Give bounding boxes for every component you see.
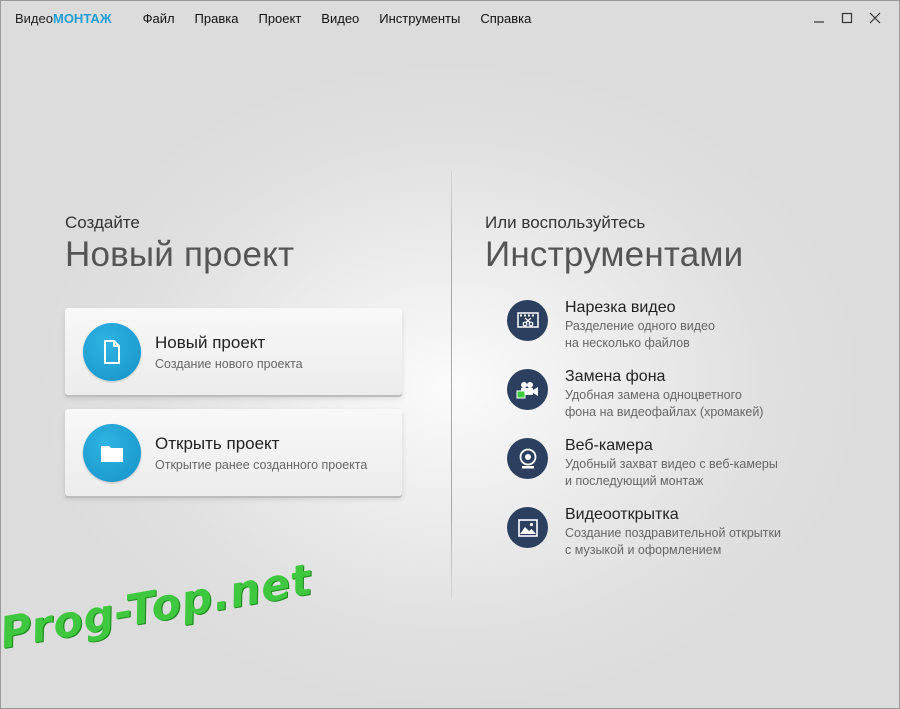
tool-chroma-key[interactable]: Замена фона Удобная замена одноцветного … xyxy=(507,368,805,420)
tool-chroma-key-desc-line2: фона на видеофайлах (хромакей) xyxy=(565,405,764,419)
tool-webcam-desc-line1: Удобный захват видео с веб-камеры xyxy=(565,457,778,471)
tool-video-cut-desc-line1: Разделение одного видео xyxy=(565,319,715,333)
tools-title: Инструментами xyxy=(485,235,744,274)
tool-webcam-title: Веб-камера xyxy=(565,437,653,454)
minimize-icon xyxy=(814,21,824,23)
new-project-desc: Создание нового проекта xyxy=(155,356,303,371)
tool-video-cut[interactable]: Нарезка видео Разделение одного видео на… xyxy=(507,299,805,351)
tool-video-cut-desc-line2: на несколько файлов xyxy=(565,336,690,350)
create-subtitle: Создайте xyxy=(65,213,140,232)
webcam-icon xyxy=(507,438,548,479)
tool-chroma-key-desc-line1: Удобная замена одноцветного xyxy=(565,388,742,402)
menu-video[interactable]: Видео xyxy=(321,11,359,26)
tool-postcard-desc-line1: Создание поздравительной открытки xyxy=(565,526,781,540)
minimize-button[interactable] xyxy=(805,9,833,27)
folder-icon xyxy=(83,423,141,482)
maximize-button[interactable] xyxy=(833,9,861,27)
tool-webcam-desc-line2: и последующий монтаж xyxy=(565,474,704,488)
close-icon xyxy=(869,12,881,24)
new-project-title: Новый проект xyxy=(155,332,266,352)
tools-section: Или воспользуйтесь Инструментами xyxy=(485,213,743,275)
watermark-text: Prog-Top.net xyxy=(0,554,317,659)
menu-project[interactable]: Проект xyxy=(258,11,301,26)
new-project-button[interactable]: Новый проект Создание нового проекта xyxy=(65,308,402,395)
menu-bar: Файл Правка Проект Видео Инструменты Спр… xyxy=(143,11,552,26)
film-cut-icon xyxy=(507,300,548,341)
open-project-desc: Открытие ранее созданного проекта xyxy=(155,457,368,472)
document-icon xyxy=(83,322,141,381)
title-bar: ВидеоМОНТАЖ Файл Правка Проект Видео Инс… xyxy=(1,1,899,35)
postcard-image-icon xyxy=(507,507,548,548)
create-section: Создайте Новый проект xyxy=(65,213,294,275)
create-title: Новый проект xyxy=(65,235,295,274)
app-title-prefix: Видео xyxy=(15,10,53,26)
section-divider xyxy=(451,171,452,599)
menu-tools[interactable]: Инструменты xyxy=(379,11,460,26)
window-controls xyxy=(805,9,889,27)
open-project-button[interactable]: Открыть проект Открытие ранее созданного… xyxy=(65,409,402,496)
menu-edit[interactable]: Правка xyxy=(195,11,239,26)
tool-postcard-desc-line2: с музыкой и оформлением xyxy=(565,543,722,557)
tool-postcard-title: Видеооткрытка xyxy=(565,506,679,523)
menu-help[interactable]: Справка xyxy=(480,11,531,26)
tool-webcam[interactable]: Веб-камера Удобный захват видео с веб-ка… xyxy=(507,437,805,489)
app-window: ВидеоМОНТАЖ Файл Правка Проект Видео Инс… xyxy=(0,0,900,709)
app-logo: ВидеоМОНТАЖ xyxy=(15,11,112,26)
maximize-icon xyxy=(841,12,853,24)
app-title-accent: МОНТАЖ xyxy=(52,10,112,26)
menu-file[interactable]: Файл xyxy=(143,11,175,26)
chroma-camera-icon xyxy=(507,369,548,410)
tool-postcard[interactable]: Видеооткрытка Создание поздравительной о… xyxy=(507,506,805,558)
open-project-title: Открыть проект xyxy=(155,433,280,453)
tools-subtitle: Или воспользуйтесь xyxy=(485,213,646,232)
tool-video-cut-title: Нарезка видео xyxy=(565,299,676,316)
close-button[interactable] xyxy=(861,9,889,27)
tool-chroma-key-title: Замена фона xyxy=(565,368,666,385)
